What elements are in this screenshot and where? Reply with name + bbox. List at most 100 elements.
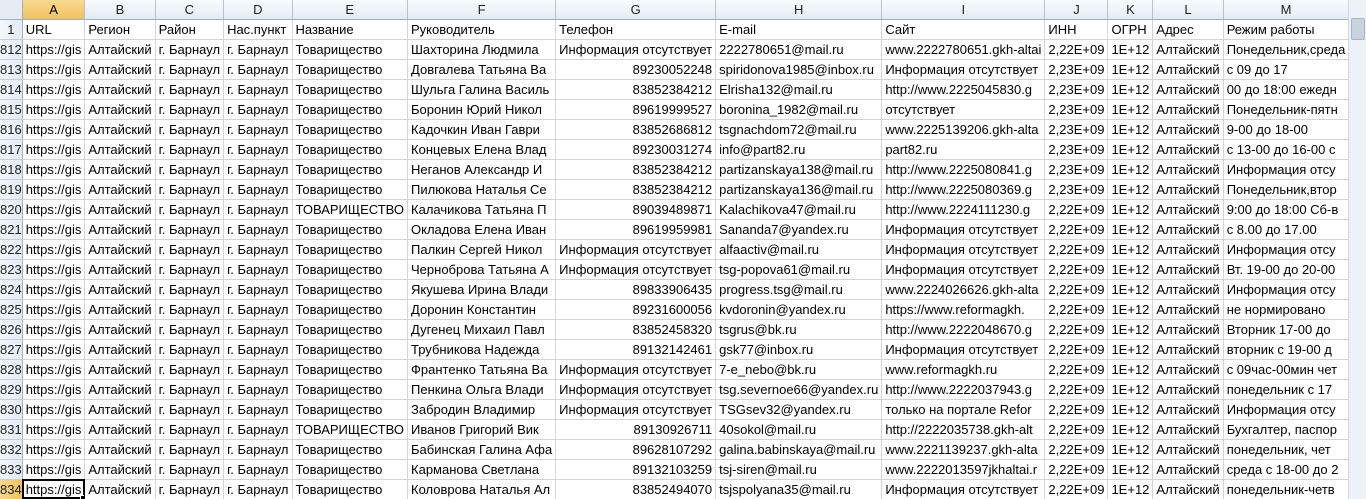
cell-k[interactable]: 1E+12 — [1107, 459, 1154, 480]
cell-b[interactable]: Алтайский — [84, 179, 156, 200]
cell-i[interactable]: Информация отсутствует — [881, 219, 1046, 240]
cell-d[interactable]: г. Барнаул — [223, 299, 293, 320]
cell-d[interactable]: г. Барнаул — [223, 439, 293, 460]
cell-f[interactable]: Окладова Елена Иван — [407, 219, 557, 240]
cell-b[interactable]: Алтайский — [84, 219, 156, 240]
cell-b[interactable]: Алтайский — [84, 359, 156, 380]
cell-a[interactable]: https://gis — [22, 99, 86, 120]
cell-a[interactable]: https://gis — [22, 79, 86, 100]
cell-f[interactable]: Концевых Елена Влад — [407, 139, 557, 160]
cell-l[interactable]: Алтайский — [1152, 99, 1224, 120]
cell-b[interactable]: Алтайский — [84, 99, 156, 120]
cell-c[interactable]: г. Барнаул — [155, 379, 225, 400]
cell-j[interactable]: 2,22E+09 — [1044, 319, 1109, 340]
cell-l[interactable]: Алтайский — [1152, 139, 1224, 160]
cell-m[interactable]: 9-00 до 18-00 — [1223, 119, 1350, 140]
cell-m[interactable]: Понедельник-пятн — [1223, 99, 1350, 120]
cell-i[interactable]: www.2222780651.gkh-altai — [881, 39, 1046, 60]
cell-d[interactable]: г. Барнаул — [223, 159, 293, 180]
cell-g[interactable]: 83852384212 — [555, 159, 717, 180]
cell-m[interactable]: Понедельник,втор — [1223, 179, 1350, 200]
cell-g[interactable]: 89833906435 — [555, 279, 717, 300]
cell-g[interactable]: 89130926711 — [555, 419, 717, 440]
cell-b[interactable]: Алтайский — [84, 79, 156, 100]
cell-d[interactable]: г. Барнаул — [223, 259, 293, 280]
cell-b[interactable]: Алтайский — [84, 239, 156, 260]
row-header[interactable]: 832 — [0, 439, 23, 460]
cell-b[interactable]: Алтайский — [84, 119, 156, 140]
cell-g[interactable]: 89230052248 — [555, 59, 717, 80]
column-header-c[interactable]: C — [155, 0, 225, 20]
cell-m[interactable]: с 13-00 до 16-00 с — [1223, 139, 1350, 160]
cell-c[interactable]: г. Барнаул — [155, 219, 225, 240]
cell-l[interactable]: Алтайский — [1152, 379, 1224, 400]
cell-k[interactable]: 1E+12 — [1107, 219, 1154, 240]
cell-i[interactable]: http://www.2225080369.g — [881, 179, 1046, 200]
cell-c[interactable]: г. Барнаул — [155, 299, 225, 320]
cell-d[interactable]: г. Барнаул — [223, 99, 293, 120]
cell-e[interactable]: Товарищество — [292, 379, 409, 400]
cell-c[interactable]: г. Барнаул — [155, 459, 225, 480]
cell-f[interactable]: Палкин Сергей Никол — [407, 239, 557, 260]
cell-c[interactable]: г. Барнаул — [155, 199, 225, 220]
cell-b[interactable]: Алтайский — [84, 319, 156, 340]
cell-i[interactable]: Информация отсутствует — [881, 479, 1046, 499]
row-header[interactable]: 823 — [0, 259, 23, 280]
cell-f[interactable]: Карманова Светлана — [407, 459, 557, 480]
select-all-corner[interactable] — [0, 0, 23, 20]
cell-d[interactable]: г. Барнаул — [223, 119, 293, 140]
cell-i[interactable]: Информация отсутствует — [881, 239, 1046, 260]
row-header[interactable]: 816 — [0, 119, 23, 140]
row-header[interactable]: 818 — [0, 159, 23, 180]
cell-b[interactable]: Алтайский — [84, 199, 156, 220]
cell-e[interactable]: ТОВАРИЩЕСТВО — [292, 419, 409, 440]
scrollbar-thumb[interactable] — [1351, 18, 1365, 40]
cell-d[interactable]: г. Барнаул — [223, 459, 293, 480]
cell-m[interactable]: Вторник 17-00 до — [1223, 319, 1350, 340]
cell-b[interactable]: Алтайский — [84, 339, 156, 360]
cell-g[interactable]: 89628107292 — [555, 439, 717, 460]
cell-b[interactable]: Алтайский — [84, 419, 156, 440]
cell-l[interactable]: Алтайский — [1152, 79, 1224, 100]
row-header[interactable]: 814 — [0, 79, 23, 100]
cell-i[interactable]: http://www.2225080841.g — [881, 159, 1046, 180]
cell-f[interactable]: Дугенец Михаил Павл — [407, 319, 557, 340]
cell-f[interactable]: Якушева Ирина Влади — [407, 279, 557, 300]
cell-k[interactable]: 1E+12 — [1107, 79, 1154, 100]
cell-e[interactable]: Товарищество — [292, 239, 409, 260]
cell-k[interactable]: 1E+12 — [1107, 39, 1154, 60]
cell-j[interactable]: 2,23E+09 — [1044, 119, 1109, 140]
cell-h[interactable]: galina.babinskaya@mail.ru — [715, 439, 883, 460]
cell-c[interactable]: г. Барнаул — [155, 159, 225, 180]
cell-h[interactable]: tsjspolyana35@mail.ru — [715, 479, 883, 499]
cell-d[interactable]: г. Барнаул — [223, 179, 293, 200]
row-header[interactable]: 826 — [0, 319, 23, 340]
cell-f[interactable]: Трубникова Надежда — [407, 339, 557, 360]
cell-m[interactable]: 00 до 18:00 ежедн — [1223, 79, 1350, 100]
cell-e[interactable]: Товарищество — [292, 179, 409, 200]
cell-i[interactable]: www.2224026626.gkh-alta — [881, 279, 1046, 300]
cell-a[interactable]: https://gis — [22, 39, 86, 60]
cell-a[interactable]: https://gis — [22, 399, 86, 420]
row-header[interactable]: 827 — [0, 339, 23, 360]
cell-h[interactable]: 7-e_nebo@bk.ru — [715, 359, 883, 380]
row-header[interactable]: 817 — [0, 139, 23, 160]
cell-l[interactable]: Алтайский — [1152, 339, 1224, 360]
cell-a[interactable]: https://gis — [22, 59, 86, 80]
cell-c[interactable]: г. Барнаул — [155, 479, 225, 499]
cell-m[interactable]: с 09час-00мин чет — [1223, 359, 1350, 380]
cell-i[interactable]: part82.ru — [881, 139, 1046, 160]
cell-h[interactable]: tsg-popova61@mail.ru — [715, 259, 883, 280]
cell-e[interactable]: ТОВАРИЩЕСТВО — [292, 199, 409, 220]
cell-b[interactable]: Алтайский — [84, 439, 156, 460]
cell-b[interactable]: Алтайский — [84, 159, 156, 180]
cell-g[interactable]: 83852384212 — [555, 179, 717, 200]
cell-a[interactable]: https://gis — [22, 319, 86, 340]
cell-h[interactable]: 2222780651@mail.ru — [715, 39, 883, 60]
cell-d[interactable]: г. Барнаул — [223, 359, 293, 380]
cell-b[interactable]: Алтайский — [84, 399, 156, 420]
cell-f[interactable]: Пенкина Ольга Влади — [407, 379, 557, 400]
cell-e[interactable]: Товарищество — [292, 399, 409, 420]
column-header-f[interactable]: F — [407, 0, 557, 20]
cell-f[interactable]: Иванов Григорий Вик — [407, 419, 557, 440]
